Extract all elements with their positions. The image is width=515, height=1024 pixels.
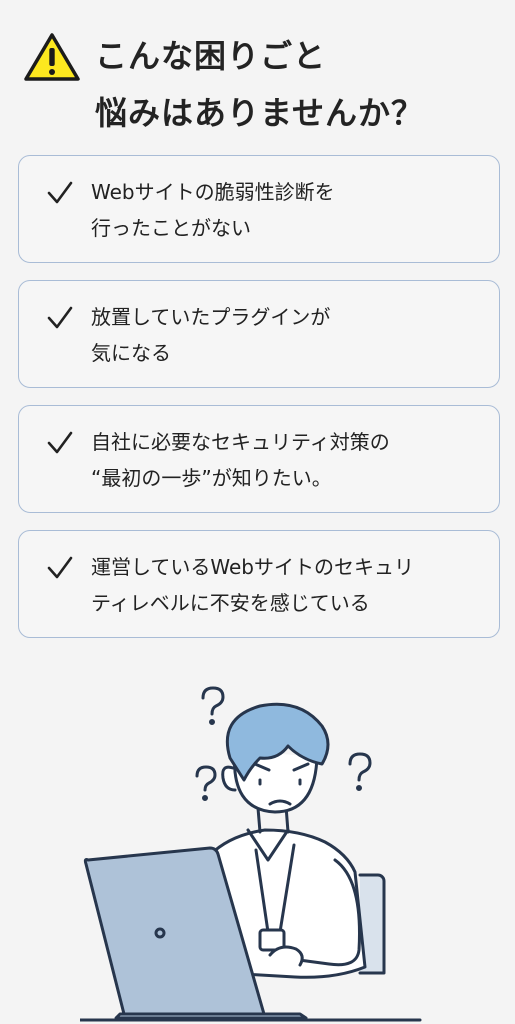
check-icon bbox=[47, 306, 73, 329]
list-item-line2: 気になる bbox=[91, 341, 171, 365]
list-item-line2: ティレベルに不安を感じている bbox=[91, 591, 370, 615]
list-item-text: 運営しているWebサイトのセキュリ ティレベルに不安を感じている bbox=[91, 549, 493, 621]
list-item-line1: Webサイトの脆弱性診断を bbox=[91, 180, 335, 204]
header: こんな困りごと 悩みはありませんか？ bbox=[0, 0, 515, 150]
check-icon bbox=[47, 556, 73, 579]
list-item-line1: 運営しているWebサイトのセキュリ bbox=[91, 555, 415, 579]
list-item: 放置していたプラグインが 気になる bbox=[18, 280, 500, 388]
page-title-line2: 悩みはありませんか？ bbox=[95, 94, 425, 132]
list-item: 運営しているWebサイトのセキュリ ティレベルに不安を感じている bbox=[18, 530, 500, 638]
worried-person-laptop-illustration bbox=[80, 686, 422, 1022]
list-item-line1: 自社に必要なセキュリティ対策の bbox=[91, 430, 390, 454]
list-item-text: 自社に必要なセキュリティ対策の “最初の一歩”が知りたい。 bbox=[91, 424, 493, 496]
page-title-line1: こんな困りごと bbox=[95, 37, 327, 75]
question-mark-icon bbox=[195, 765, 217, 792]
check-icon bbox=[47, 181, 73, 204]
list-item: Webサイトの脆弱性診断を 行ったことがない bbox=[18, 155, 500, 263]
list-item-text: 放置していたプラグインが 気になる bbox=[91, 299, 493, 371]
list-item: 自社に必要なセキュリティ対策の “最初の一歩”が知りたい。 bbox=[18, 405, 500, 513]
question-mark-icon bbox=[348, 752, 372, 782]
list-item-line1: 放置していたプラグインが bbox=[91, 305, 331, 329]
warning-icon bbox=[24, 33, 80, 81]
check-icon bbox=[47, 431, 73, 454]
list-item-text: Webサイトの脆弱性診断を 行ったことがない bbox=[91, 174, 493, 246]
list-item-line2: 行ったことがない bbox=[91, 216, 251, 240]
question-mark-icon bbox=[201, 686, 225, 716]
list-item-line2: “最初の一歩”が知りたい。 bbox=[91, 466, 332, 490]
